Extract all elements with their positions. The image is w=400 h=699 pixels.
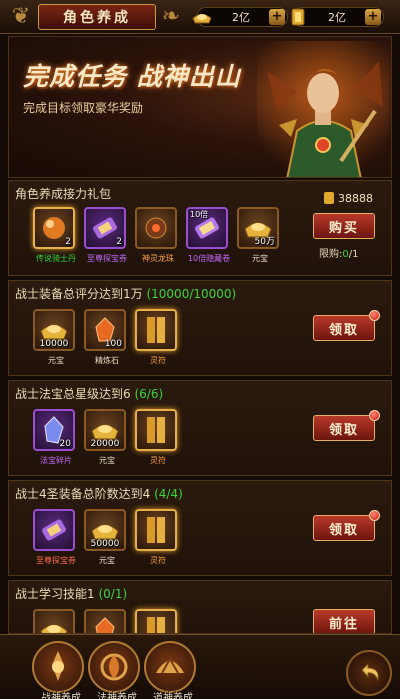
scroll-icon [42, 519, 66, 541]
tab-taoist-growth[interactable]: 道神养成 [144, 641, 196, 699]
reward-item[interactable]: 50000 元宝 [84, 509, 126, 565]
currency-value: 2亿 [328, 11, 346, 24]
task-title: 战士装备总评分达到1万 (10000/10000) [15, 287, 237, 301]
reward-item[interactable]: 至尊探宝券 [33, 509, 76, 565]
task-row: 战士装备总评分达到1万 (10000/10000) 10000 元宝 100 精… [8, 280, 392, 376]
tab-warrior-growth[interactable]: 战神养成 [32, 641, 84, 699]
item-name: 元宝 [99, 556, 115, 565]
currency-value: 2亿 [232, 11, 250, 24]
task-progress: (6/6) [134, 387, 164, 401]
claim-button[interactable]: 领取 [313, 510, 380, 541]
dragon-ornament-icon: ❧ [161, 4, 181, 29]
item-name: 元宝 [99, 456, 115, 465]
goto-button[interactable]: 前往 [313, 609, 375, 633]
reward-item[interactable]: 神灵龙珠 [135, 207, 177, 263]
banner-title: 完成任务 战神出山 [23, 62, 241, 91]
task-progress: (4/4) [154, 487, 183, 501]
item-name: 元宝 [252, 254, 268, 263]
item-name: 灵符 [150, 356, 166, 365]
reward-item[interactable]: 100 精炼石 [84, 309, 126, 365]
task-row: 战士学习技能1 (0/1) 50000 100 前往 [8, 580, 392, 634]
red-dot-badge [369, 410, 380, 421]
red-dot-badge [369, 310, 380, 321]
task-row: 战士法宝总星级达到6 (6/6) 20 法宝碎片 20000 元宝 灵符 领取 [8, 380, 392, 476]
task-progress: (10000/10000) [146, 287, 237, 301]
warrior-hero-illustration [257, 41, 389, 177]
item-name: 神灵龙珠 [142, 254, 174, 263]
talisman-icon [147, 417, 165, 443]
red-dot-badge [369, 510, 380, 521]
bottom-tab-bar: 战神养成 法神养成 道神养成 [0, 634, 400, 699]
reward-item[interactable]: 100 [84, 609, 126, 633]
dragon-ornament-icon: ❦ [11, 4, 31, 29]
tab-mage-growth[interactable]: 法神养成 [88, 641, 140, 699]
item-name: 灵符 [150, 456, 166, 465]
event-banner: 完成任务 战神出山 完成目标领取豪华奖励 [8, 36, 392, 178]
task-title: 战士学习技能1 (0/1) [15, 587, 128, 601]
item-name: 10倍隐藏卷 [187, 254, 231, 263]
reward-item[interactable]: 10倍 10倍隐藏卷 [186, 207, 230, 263]
item-name: 至尊探宝券 [36, 556, 76, 565]
claim-button[interactable]: 领取 [313, 310, 380, 341]
reward-item[interactable]: 2 传说骑士丹 [33, 207, 76, 263]
banner-subtitle: 完成目标领取豪华奖励 [23, 101, 144, 115]
task-title: 战士法宝总星级达到6 (6/6) [15, 387, 164, 401]
reward-item[interactable]: 2 至尊探宝券 [84, 207, 127, 263]
item-name: 精炼石 [95, 356, 119, 365]
page-title: 角色养成 [38, 4, 156, 30]
purchase-limit: 限购:0/1 [319, 249, 359, 260]
reward-item[interactable]: 灵符 [135, 309, 177, 365]
add-currency-button[interactable]: + [269, 9, 285, 25]
add-currency-button[interactable]: + [365, 9, 381, 25]
item-name: 法宝碎片 [40, 456, 72, 465]
warrior-emblem-icon [52, 651, 64, 681]
currency-gold-ingot: 2亿 + [192, 7, 288, 27]
reward-item[interactable]: 20 法宝碎片 [33, 409, 75, 465]
reward-item[interactable]: 50000 [33, 609, 75, 633]
refine-stone-icon [95, 617, 115, 633]
gold-ingot-icon [191, 7, 213, 27]
gift-pack-title: 角色养成接力礼包 [15, 187, 112, 201]
taoist-emblem-icon [156, 656, 184, 674]
item-name: 传说骑士丹 [36, 254, 76, 263]
pack-price: 38888 [323, 191, 373, 205]
gold-ticket-icon [324, 192, 334, 204]
talisman-icon [147, 617, 165, 633]
item-name: 至尊探宝券 [87, 254, 127, 263]
task-row: 战士4圣装备总阶数达到4 (4/4) 至尊探宝券 50000 元宝 灵符 领取 [8, 480, 392, 576]
reward-item[interactable]: 20000 元宝 [84, 409, 126, 465]
buy-button[interactable]: 购买 [313, 213, 375, 239]
task-progress: (0/1) [98, 587, 128, 601]
reward-item[interactable]: 50万 元宝 [237, 207, 279, 263]
reward-item[interactable]: 灵符 [135, 409, 177, 465]
reward-item[interactable] [135, 609, 177, 633]
talisman-icon [147, 317, 165, 343]
return-arrow-icon [361, 662, 379, 682]
task-title: 战士4圣装备总阶数达到4 (4/4) [15, 487, 183, 501]
currency-gold-ticket: 2亿 + [291, 7, 384, 27]
gold-ingot-icon [40, 624, 68, 633]
gift-pack-items: 2 传说骑士丹 2 至尊探宝券 神灵龙珠 10倍 10倍隐藏卷 50万 元宝 [33, 207, 279, 263]
item-name: 灵符 [150, 556, 166, 565]
reward-item[interactable]: 10000 元宝 [33, 309, 75, 365]
talisman-icon [147, 517, 165, 543]
top-bar: ❦ 角色养成 ❧ 2亿 + 2亿 + [0, 0, 400, 34]
back-button[interactable] [346, 650, 392, 696]
item-name: 元宝 [48, 356, 64, 365]
reward-item[interactable]: 灵符 [135, 509, 177, 565]
gift-pack-panel: 角色养成接力礼包 2 传说骑士丹 2 至尊探宝券 神灵龙珠 10倍 10倍隐藏卷… [8, 180, 392, 276]
mage-emblem-icon [100, 653, 128, 681]
dragon-bead-icon [145, 217, 167, 239]
price-value: 38888 [338, 191, 373, 205]
gold-ticket-icon [287, 7, 309, 27]
claim-button[interactable]: 领取 [313, 410, 380, 441]
